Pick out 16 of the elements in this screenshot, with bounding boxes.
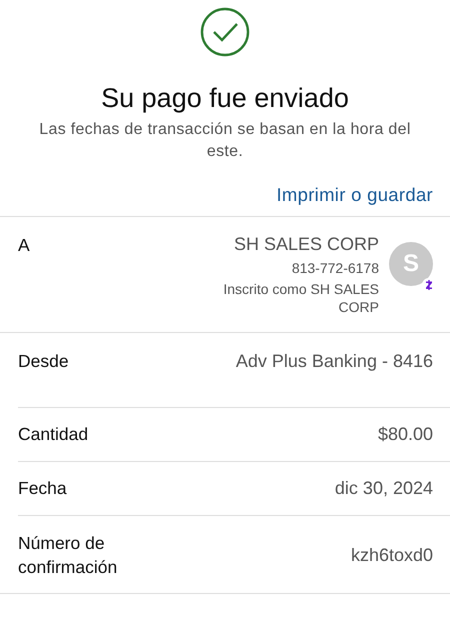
- field-value: dic 30, 2024: [334, 477, 433, 500]
- recipient-name: SH SALES CORP: [234, 233, 379, 255]
- print-save-link[interactable]: Imprimir o guardar: [276, 184, 433, 206]
- recipient-phone: 813-772-6178: [292, 259, 379, 277]
- field-label: A: [18, 234, 31, 257]
- field-value: kzh6toxd0: [350, 544, 433, 567]
- field-label: Fecha: [18, 477, 68, 500]
- enrolled-name: Inscrito como SH SALES CORP: [222, 280, 379, 316]
- field-label: Cantidad: [18, 423, 90, 446]
- success-check-icon: [200, 7, 250, 57]
- field-label: Número de confirmación: [18, 532, 118, 579]
- confirmation-title: Su pago fue enviado: [101, 82, 349, 115]
- timezone-note: Las fechas de transacción se basan en la hora del este.: [38, 120, 412, 162]
- field-label: Desde: [18, 350, 70, 373]
- field-value: $80.00: [378, 423, 433, 446]
- field-value: Adv Plus Banking - 8416: [236, 350, 433, 373]
